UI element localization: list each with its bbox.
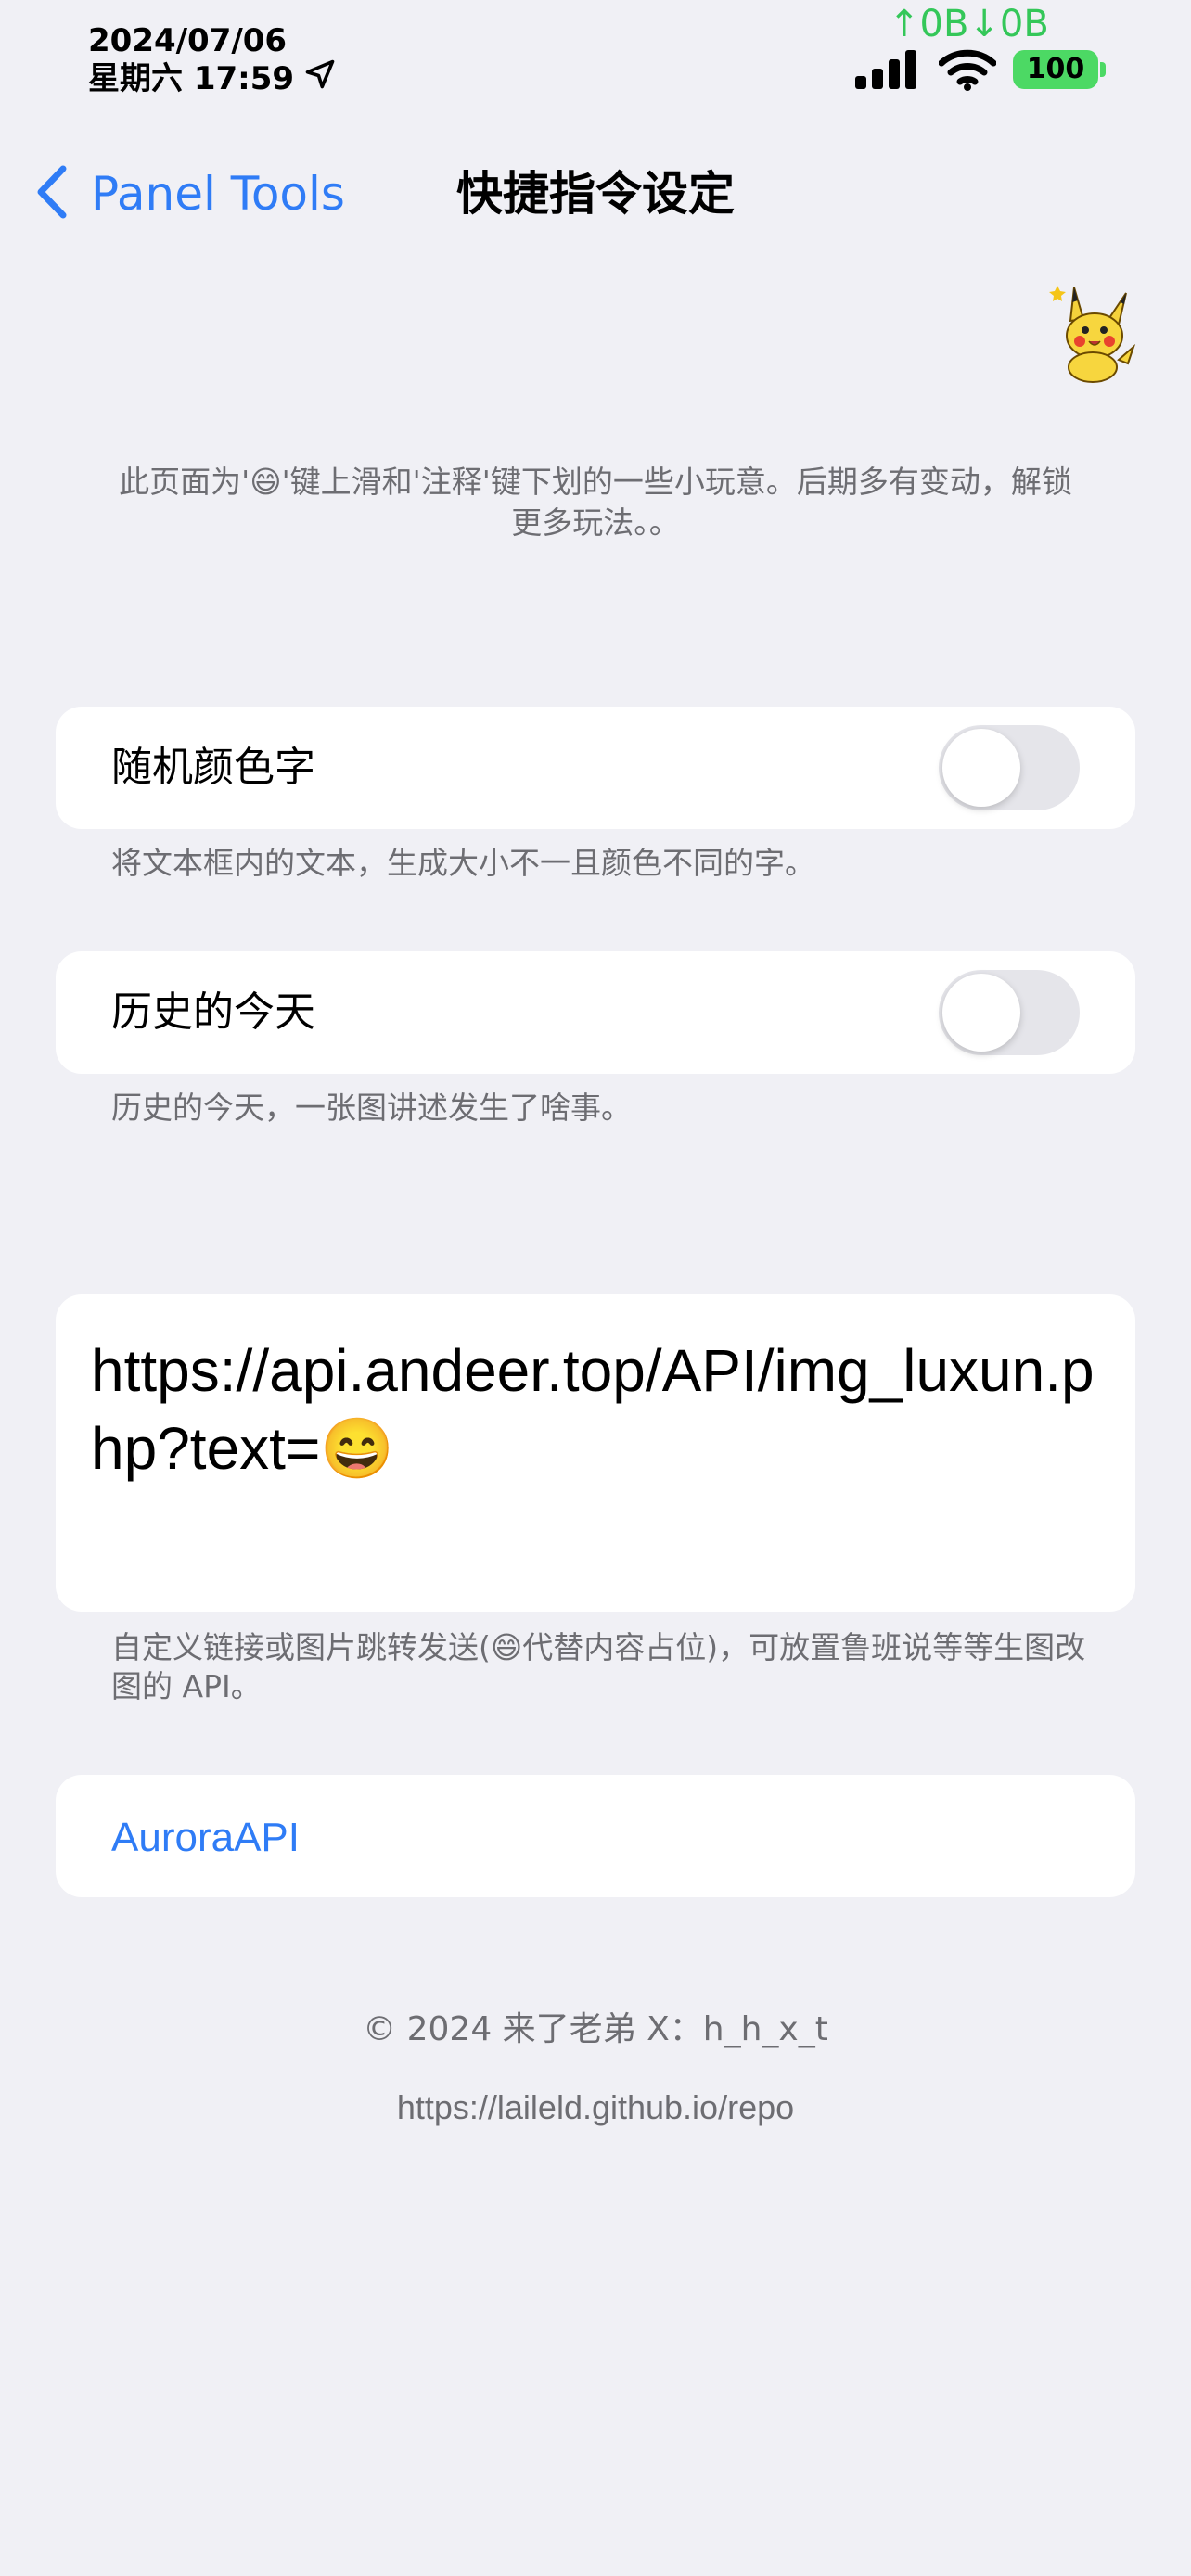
custom-url-value: https://api.andeer.top/API/img_luxun.php…: [91, 1337, 1095, 1482]
navigation-bar: Panel Tools 快捷指令设定: [0, 148, 1191, 241]
aurora-api-label: AuroraAPI: [111, 1815, 300, 1860]
toggle-knob: [942, 729, 1020, 807]
back-button-label: Panel Tools: [91, 167, 345, 221]
aurora-api-link[interactable]: AuroraAPI: [56, 1775, 1135, 1897]
status-bar: 2024/07/06 星期六 17:59 ↑0B↓0B 100: [0, 0, 1191, 111]
setting-random-color-text: 随机颜色字: [56, 707, 1135, 829]
setting-label: 随机颜色字: [111, 744, 315, 791]
intro-text: 此页面为'😄'键上滑和'注释'键下划的一些小玩意。后期多有变动，解锁更多玩法。。: [119, 464, 1072, 541]
network-speed: ↑0B↓0B: [889, 3, 1049, 45]
custom-url-field[interactable]: https://api.andeer.top/API/img_luxun.php…: [56, 1294, 1135, 1612]
random-color-text-toggle[interactable]: [939, 725, 1080, 810]
setting-footnote: 将文本框内的文本，生成大小不一且颜色不同的字。: [111, 845, 815, 881]
status-time: 星期六 17:59: [88, 59, 295, 97]
battery-indicator: 100: [1013, 50, 1098, 89]
back-button[interactable]: Panel Tools: [33, 161, 345, 226]
chevron-left-icon: [33, 163, 70, 224]
battery-nub: [1100, 62, 1106, 77]
custom-url-footnote: 自定义链接或图片跳转发送(😄代替内容占位)，可放置鲁班说等等生图改图的 API。: [111, 1629, 1086, 1704]
status-date: 2024/07/06: [88, 22, 288, 59]
repo-link[interactable]: https://laileld.github.io/repo: [0, 2085, 1191, 2131]
setting-history-today: 历史的今天: [56, 951, 1135, 1074]
toggle-knob: [942, 974, 1020, 1052]
setting-label: 历史的今天: [111, 988, 315, 1036]
cellular-signal-icon: [855, 48, 916, 89]
setting-footnote: 历史的今天，一张图讲述发生了啥事。: [111, 1090, 632, 1126]
history-today-toggle[interactable]: [939, 970, 1080, 1055]
wifi-icon: [938, 48, 997, 95]
pikachu-icon: [1046, 274, 1139, 386]
copyright-text: © 2024 来了老弟 X：h_h_x_t: [363, 2010, 828, 2048]
status-time-row: 星期六 17:59: [88, 57, 337, 99]
location-arrow-icon: [303, 57, 337, 99]
